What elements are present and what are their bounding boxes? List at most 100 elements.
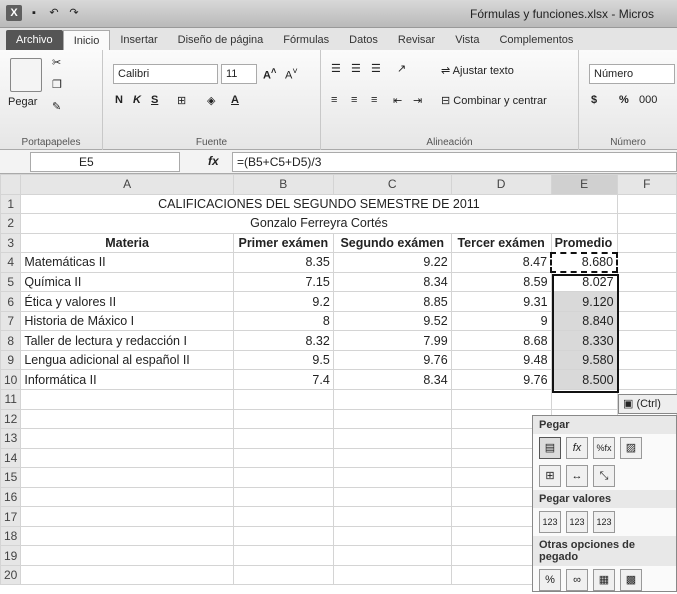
formula-input[interactable]: =(B5+C5+D5)/3 [232, 152, 677, 172]
exam2-cell[interactable]: 8.85 [332, 291, 452, 312]
exam3-cell[interactable]: 8.68 [450, 330, 552, 351]
row-header[interactable]: 12 [0, 408, 22, 430]
column-header-a[interactable]: A [20, 174, 234, 195]
exam3-cell[interactable]: 9.76 [450, 369, 552, 391]
tab-revisar[interactable]: Revisar [388, 30, 445, 50]
currency-button[interactable]: $ [591, 94, 597, 106]
tab-insertar[interactable]: Insertar [110, 30, 167, 50]
decrease-indent-icon[interactable]: ⇤ [393, 94, 402, 107]
exam2-cell[interactable]: 8.34 [332, 271, 452, 293]
paste-formulas-icon[interactable]: fx [566, 437, 588, 459]
keep-source-formatting-icon[interactable]: ▨ [620, 437, 642, 459]
average-cell[interactable]: 9.120 [550, 291, 618, 312]
fill-color-icon[interactable]: ◈ [207, 94, 215, 107]
undo-icon[interactable]: ↶ [46, 5, 62, 21]
cell[interactable] [232, 564, 334, 586]
column-header-c[interactable]: C [332, 174, 452, 195]
paste-values-icon[interactable]: 123 [539, 511, 561, 533]
thousands-button[interactable]: 000 [639, 94, 657, 106]
cell[interactable] [20, 525, 234, 547]
shrink-font-icon[interactable]: A˅ [285, 66, 298, 82]
row-header[interactable]: 7 [0, 310, 22, 332]
align-top-icon[interactable]: ☰ [331, 62, 341, 75]
tab-diseno-pagina[interactable]: Diseño de página [168, 30, 274, 50]
cell[interactable] [332, 486, 452, 508]
header-promedio[interactable]: Promedio [550, 232, 618, 254]
row-header[interactable]: 3 [0, 232, 22, 254]
row-header[interactable]: 18 [0, 525, 22, 547]
cell[interactable] [20, 428, 234, 449]
row-header[interactable]: 9 [0, 349, 22, 371]
row-header[interactable]: 11 [0, 389, 22, 410]
keep-column-widths-icon[interactable]: ↔ [566, 465, 588, 487]
paste-button-label[interactable]: Pegar [8, 96, 37, 108]
merge-center-button[interactable]: ⊟ Combinar y centrar [441, 94, 547, 107]
header-tercer-examen[interactable]: Tercer exámen [450, 232, 552, 254]
cell[interactable] [232, 428, 334, 449]
tab-archivo[interactable]: Archivo [6, 30, 63, 50]
cell[interactable] [232, 486, 334, 508]
cell[interactable] [616, 369, 677, 391]
average-cell-copied[interactable]: 8.680 [550, 251, 619, 274]
cell[interactable] [616, 213, 677, 234]
font-name-combo[interactable]: Calibri [113, 64, 218, 84]
tab-complementos[interactable]: Complementos [489, 30, 583, 50]
transpose-icon[interactable]: ⤡ [593, 465, 615, 487]
cut-icon[interactable]: ✂ [52, 56, 61, 69]
select-all-corner[interactable] [0, 174, 22, 195]
cell[interactable] [20, 545, 234, 566]
cell[interactable] [616, 349, 677, 371]
cell[interactable] [332, 428, 452, 449]
tab-datos[interactable]: Datos [339, 30, 388, 50]
average-cell[interactable]: 9.580 [550, 349, 618, 371]
row-header[interactable]: 19 [0, 545, 22, 566]
cell[interactable] [616, 193, 677, 215]
cell[interactable] [616, 252, 677, 273]
font-size-combo[interactable]: 11 [221, 64, 257, 84]
cell[interactable] [616, 330, 677, 351]
exam2-cell[interactable]: 9.76 [332, 349, 452, 371]
grow-font-icon[interactable]: A˄ [263, 66, 276, 82]
subject-cell[interactable]: Matemáticas II [20, 252, 234, 273]
paste-options-ctrl-button[interactable]: ▣ (Ctrl) [618, 394, 677, 414]
cell[interactable] [332, 389, 452, 410]
exam1-cell[interactable]: 8.35 [232, 252, 334, 273]
cell[interactable] [616, 271, 677, 293]
exam1-cell[interactable]: 9.2 [232, 291, 334, 312]
column-header-f[interactable]: F [616, 174, 677, 195]
row-header[interactable]: 4 [0, 252, 22, 273]
average-cell[interactable]: 8.500 [550, 369, 618, 391]
cell[interactable] [232, 447, 334, 469]
exam3-cell[interactable]: 8.59 [450, 271, 552, 293]
cell[interactable] [332, 564, 452, 586]
subject-cell[interactable]: Química II [20, 271, 234, 293]
exam2-cell[interactable]: 9.52 [332, 310, 452, 332]
cell[interactable] [332, 545, 452, 566]
increase-indent-icon[interactable]: ⇥ [413, 94, 422, 107]
cell[interactable] [232, 545, 334, 566]
column-header-e[interactable]: E [550, 174, 618, 195]
column-header-b[interactable]: B [232, 174, 334, 195]
subject-cell[interactable]: Taller de lectura y redacción I [20, 330, 234, 351]
cell[interactable] [550, 389, 618, 410]
cell[interactable] [20, 389, 234, 410]
align-right-icon[interactable]: ≡ [371, 94, 377, 106]
cell[interactable] [450, 389, 552, 410]
exam3-cell[interactable]: 9.48 [450, 349, 552, 371]
number-format-combo[interactable]: Número [589, 64, 675, 84]
cell[interactable] [20, 506, 234, 527]
align-bottom-icon[interactable]: ☰ [371, 62, 381, 75]
row-header[interactable]: 6 [0, 291, 22, 312]
borders-icon[interactable]: ⊞ [177, 94, 186, 107]
paste-icon[interactable]: ▤ [539, 437, 561, 459]
cell[interactable] [332, 467, 452, 488]
row-header[interactable]: 15 [0, 467, 22, 488]
row-header[interactable]: 16 [0, 486, 22, 508]
linked-picture-icon[interactable]: ▩ [620, 569, 642, 591]
paste-icon[interactable] [10, 58, 42, 92]
align-center-icon[interactable]: ≡ [351, 94, 357, 106]
name-box[interactable]: E5 [30, 152, 180, 172]
cell[interactable] [616, 310, 677, 332]
header-segundo-examen[interactable]: Segundo exámen [332, 232, 452, 254]
exam1-cell[interactable]: 7.15 [232, 271, 334, 293]
